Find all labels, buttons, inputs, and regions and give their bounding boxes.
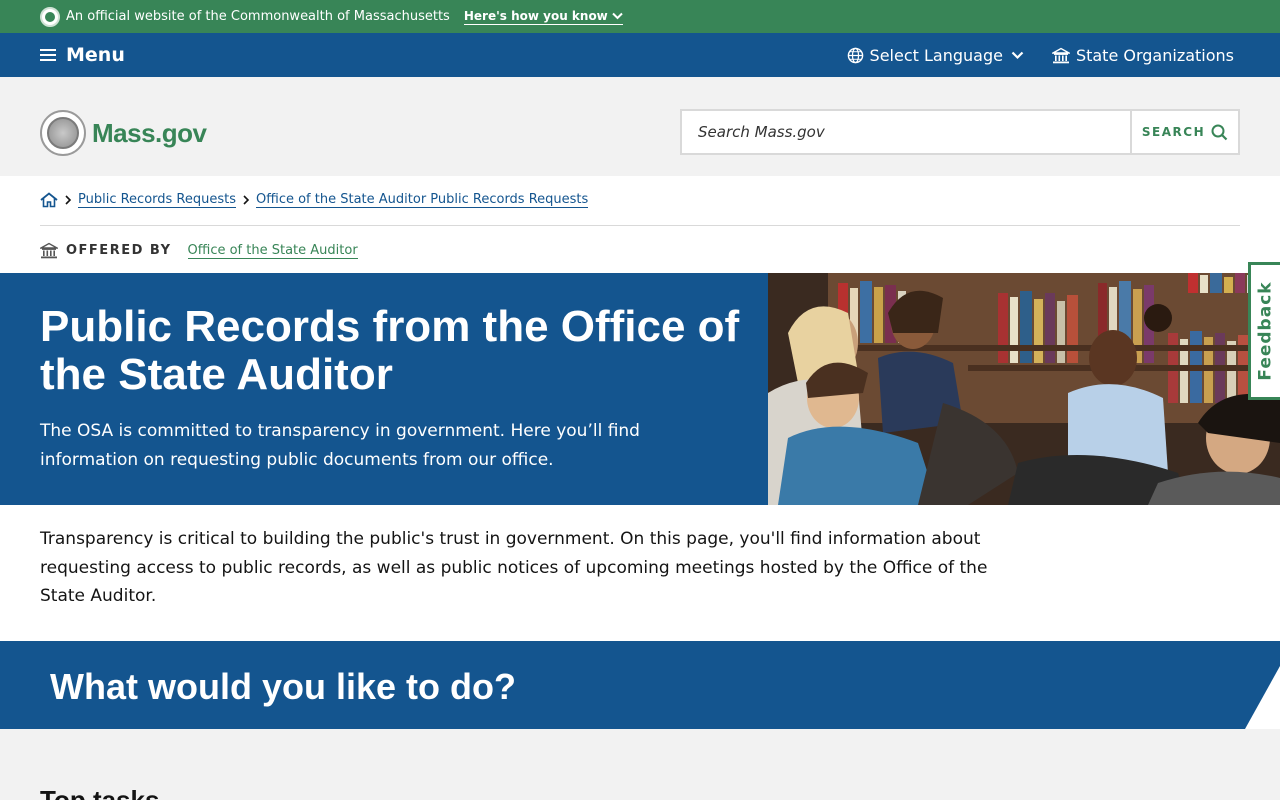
breadcrumb-divider [40, 225, 1240, 226]
search-input[interactable] [682, 111, 1130, 153]
offered-by-label: OFFERED BY [66, 243, 172, 258]
chevron-down-icon [612, 12, 623, 19]
offered-by: OFFERED BY Office of the State Auditor [40, 242, 358, 259]
what-would-you-like-band: What would you like to do? [0, 641, 1280, 729]
menu-button[interactable]: Menu [40, 44, 125, 66]
offered-by-org-link[interactable]: Office of the State Auditor [187, 243, 358, 259]
hero-subtitle: The OSA is committed to transparency in … [40, 421, 640, 470]
feedback-tab[interactable]: Feedback [1248, 262, 1280, 400]
chevron-right-icon [64, 195, 72, 205]
search-icon [1211, 124, 1228, 140]
state-organizations-button[interactable]: State Organizations [1051, 45, 1234, 65]
hero-photo-students-library [768, 273, 1280, 505]
section-title: What would you like to do? [50, 666, 516, 707]
chevron-right-icon [242, 195, 250, 205]
chevron-down-icon [1011, 51, 1024, 59]
building-icon [40, 242, 58, 259]
logo-text: Mass.gov [92, 117, 207, 148]
breadcrumb-public-records-requests[interactable]: Public Records Requests [78, 192, 237, 208]
massachusetts-seal-icon [40, 6, 60, 27]
menu-label: Menu [66, 44, 125, 66]
official-banner: An official website of the Commonwealth … [0, 0, 1280, 33]
search-button[interactable]: SEARCH [1130, 111, 1238, 153]
select-language-button[interactable]: Select Language [847, 46, 1024, 65]
state-organizations-label: State Organizations [1075, 45, 1234, 65]
mass-gov-logo[interactable]: Mass.gov [40, 110, 207, 156]
breadcrumb-osa-public-records-requests[interactable]: Office of the State Auditor Public Recor… [256, 192, 589, 208]
state-seal-icon [40, 110, 86, 156]
top-tasks-heading: Top tasks [40, 785, 160, 800]
heres-how-you-know-label: Here's how you know [463, 8, 608, 23]
globe-icon [847, 47, 863, 63]
select-language-label: Select Language [869, 45, 1003, 65]
intro-paragraph: Transparency is critical to building the… [40, 529, 988, 606]
building-icon [1051, 47, 1070, 63]
page-title: Public Records from the Office of the St… [40, 302, 740, 399]
search-button-label: SEARCH [1141, 125, 1206, 139]
site-header: Mass.gov SEARCH [0, 77, 1280, 176]
feedback-label: Feedback [1255, 281, 1276, 381]
search-form: SEARCH [680, 109, 1240, 155]
breadcrumb: Public Records Requests Office of the St… [40, 192, 589, 208]
utility-nav: Menu Select Language State Organizations [0, 33, 1280, 77]
hamburger-icon [40, 49, 56, 61]
official-banner-text: An official website of the Commonwealth … [66, 9, 450, 24]
hero-banner: Public Records from the Office of the St… [0, 273, 768, 505]
heres-how-you-know-link[interactable]: Here's how you know [463, 8, 623, 25]
home-icon[interactable] [40, 192, 58, 208]
tasks-section-background [0, 729, 1280, 800]
